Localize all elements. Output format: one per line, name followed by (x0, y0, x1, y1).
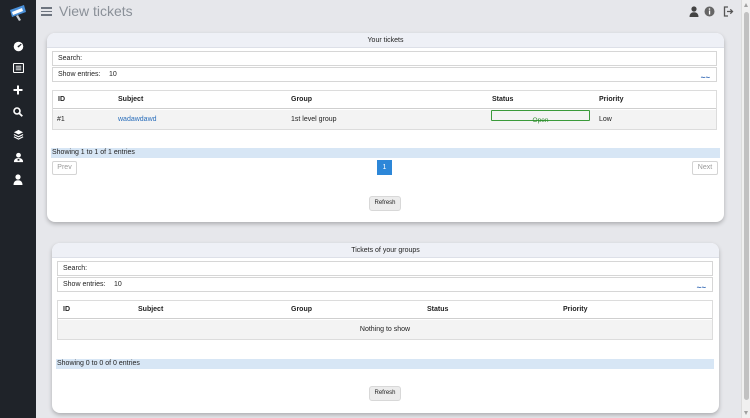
logout-icon[interactable] (722, 5, 734, 17)
col-id[interactable]: ID (63, 301, 70, 319)
user-icon[interactable] (688, 5, 700, 17)
show-entries-row: Show entries: 10 ~~ (57, 277, 713, 292)
user-icon[interactable] (11, 172, 25, 186)
status-badge: Open (491, 110, 590, 124)
user-group-icon[interactable] (11, 150, 25, 164)
search-row: Search: (52, 51, 717, 66)
search-label: Search: (58, 55, 83, 62)
scrollbar-thumb[interactable] (744, 12, 749, 400)
search-input[interactable] (90, 263, 705, 274)
col-subject[interactable]: Subject (138, 301, 163, 319)
ticket-group: 1st level group (291, 116, 337, 123)
col-group[interactable]: Group (291, 91, 312, 109)
search-icon[interactable] (11, 105, 25, 119)
your-tickets-panel: Your tickets Search: Show entries: 10 ~~… (47, 33, 724, 222)
col-status[interactable]: Status (427, 301, 448, 319)
sort-wave-icon[interactable]: ~~ (697, 281, 706, 294)
panel-title: Tickets of your groups (52, 243, 719, 258)
col-subject[interactable]: Subject (118, 91, 143, 109)
table-info: Showing 0 to 0 of 0 entries (56, 359, 714, 369)
col-id[interactable]: ID (58, 91, 65, 109)
info-icon[interactable] (703, 5, 715, 17)
table-header: ID Subject Group Status Priority (58, 301, 712, 319)
search-input[interactable] (85, 53, 710, 64)
table-header: ID Subject Group Status Priority (53, 91, 716, 109)
show-entries-select[interactable]: 10 (109, 68, 117, 81)
sort-wave-icon[interactable]: ~~ (701, 71, 710, 84)
list-icon[interactable] (11, 61, 25, 75)
empty-row: Nothing to show (58, 320, 712, 339)
group-tickets-table: ID Subject Group Status Priority Nothing… (57, 300, 713, 340)
layers-icon[interactable] (11, 127, 25, 141)
col-group[interactable]: Group (291, 301, 312, 319)
your-tickets-table: ID Subject Group Status Priority #1 wada… (52, 90, 717, 130)
page-1-button[interactable]: 1 (377, 160, 392, 175)
gauge-icon[interactable] (11, 39, 25, 53)
show-entries-label: Show entries: (63, 281, 106, 288)
ticket-subject-link[interactable]: wadawdawd (118, 110, 157, 129)
col-status[interactable]: Status (492, 91, 513, 109)
show-entries-row: Show entries: 10 ~~ (52, 67, 717, 82)
page-title: View tickets (59, 3, 133, 19)
logo-icon[interactable] (8, 4, 28, 22)
ticket-id: #1 (57, 116, 65, 123)
search-row: Search: (57, 261, 713, 276)
refresh-button[interactable]: Refresh (369, 196, 401, 211)
sidebar (0, 0, 36, 418)
search-label: Search: (63, 265, 88, 272)
next-button[interactable]: Next (692, 161, 718, 175)
page-scrollbar[interactable] (741, 0, 750, 418)
scroll-down-arrow[interactable] (744, 411, 748, 415)
col-priority[interactable]: Priority (563, 301, 588, 319)
table-info: Showing 1 to 1 of 1 entries (51, 148, 720, 158)
menu-icon[interactable] (41, 5, 52, 17)
ticket-priority: Low (599, 116, 612, 123)
top-bar: View tickets (36, 0, 750, 24)
col-priority[interactable]: Priority (599, 91, 624, 109)
refresh-button[interactable]: Refresh (369, 386, 401, 401)
scroll-up-arrow[interactable] (744, 3, 748, 7)
show-entries-select[interactable]: 10 (114, 278, 122, 291)
group-tickets-panel: Tickets of your groups Search: Show entr… (52, 243, 719, 413)
prev-button[interactable]: Prev (52, 161, 77, 175)
plus-icon[interactable] (11, 83, 25, 97)
panel-title: Your tickets (47, 33, 724, 48)
show-entries-label: Show entries: (58, 71, 101, 78)
table-row[interactable]: #1 wadawdawd 1st level group Open Low (53, 110, 716, 129)
